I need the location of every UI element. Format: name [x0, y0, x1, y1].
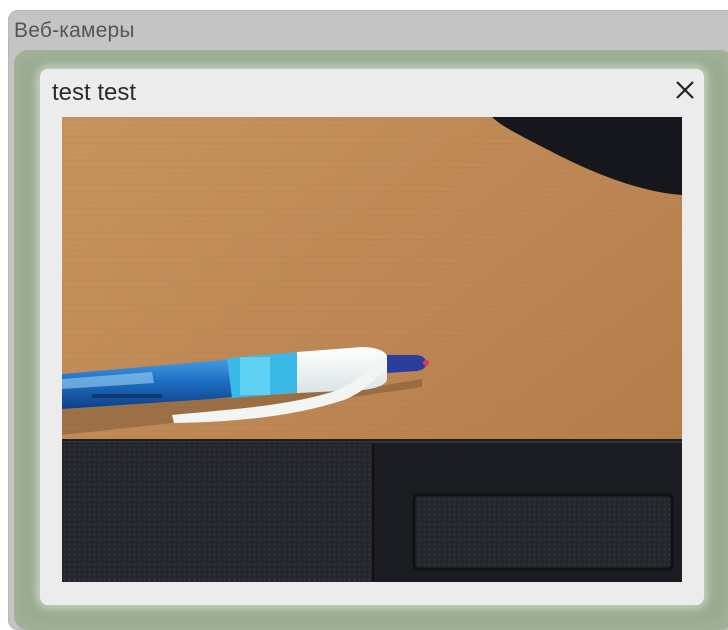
webcam-image: [62, 117, 682, 582]
camera-video-feed[interactable]: [62, 117, 682, 582]
close-icon: [676, 81, 694, 99]
camera-window: test test: [40, 69, 704, 605]
camera-title: test test: [52, 79, 137, 106]
close-button[interactable]: [672, 77, 698, 103]
panel-title: Веб-камеры: [14, 19, 135, 42]
